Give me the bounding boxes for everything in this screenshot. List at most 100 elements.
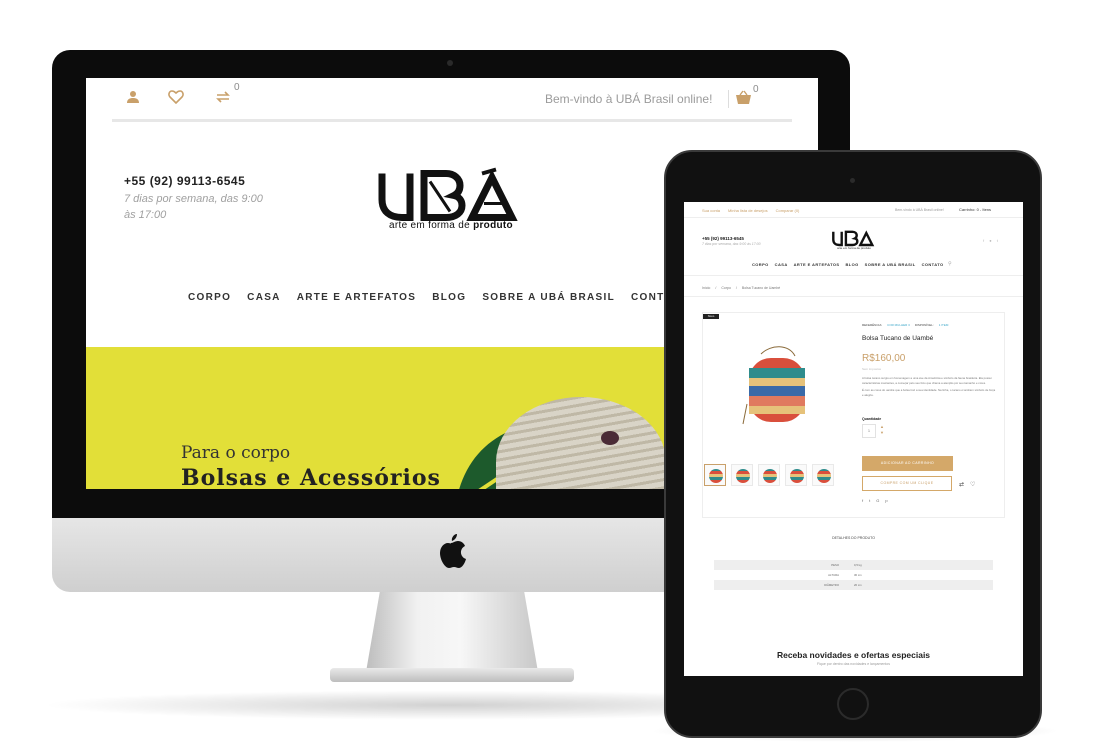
basket-clasp [601,431,619,445]
buy-now-button[interactable]: COMPRE COM UM CLIQUE [862,476,952,491]
imac-camera [447,60,453,66]
tagline-bold: produto [473,220,513,231]
tablet-nav-casa[interactable]: CASA [775,262,788,267]
pinterest-icon[interactable]: p [885,498,887,503]
breadcrumb-sep: / [735,286,737,290]
new-badge: Novo [703,314,719,319]
hero-title: Bolsas e Acessórios [181,465,441,489]
thumbnail[interactable] [731,464,753,486]
reference-value: COR MULHER 3 [887,323,910,327]
quantity-label: Quantidade [862,417,882,421]
tablet-nav-sobre[interactable]: SOBRE A UBÁ BRASIL [865,262,916,267]
cart-icon[interactable] [734,90,752,108]
user-icon[interactable] [124,90,142,108]
facebook-icon[interactable]: f [862,498,863,503]
phone-number[interactable]: +55 (92) 99113-6545 [124,174,245,188]
nav-item-arte-e-artefatos[interactable]: ARTE E ARTEFATOS [297,292,417,303]
description-paragraph: É com as cores do uambé que a bolsa traz… [862,388,996,397]
desktop-topbar: 0 Bem-vindo à UBÁ Brasil online! 0 [112,78,792,122]
breadcrumb-category[interactable]: Corpo [721,286,731,290]
divider [684,275,1023,276]
newsletter-title: Receba novidades e ofertas especiais [776,650,931,660]
ipad-camera [850,178,855,183]
tablet-nav-arte[interactable]: ARTE E ARTEFATOS [794,262,840,267]
product-image[interactable] [741,344,811,432]
thumbnail[interactable] [812,464,834,486]
product-details-heading[interactable]: DETALHES DO PRODUTO [684,536,1023,540]
product-details-table: PESO 0,5 kg ALTURA 30 cm DIÂMETRO 20 cm [714,560,993,590]
quantity-input[interactable]: 1 [862,424,876,438]
share-icons: f t G p [862,498,888,503]
logo-tagline: arte em forma de produto [376,220,526,231]
tablet-main-nav: CORPO CASA ARTE E ARTEFATOS BLOG SOBRE A… [752,262,943,267]
product-title: Bolsa Tucano de Uambé [862,335,934,342]
detail-key: ALTURA [828,573,839,577]
heart-icon[interactable] [167,90,185,108]
description-paragraph: A bolsa tucano surgiu em homenagem a uma… [862,376,992,385]
heart-icon[interactable]: ♡ [970,481,975,488]
tablet-cart-link[interactable]: Carrinho: 0 - Itens [959,207,991,212]
social-icons[interactable]: f ● t [983,238,1000,243]
googleplus-icon[interactable]: G [876,498,879,503]
compare-icon[interactable]: ⇄ [959,481,964,488]
mockup-stage: 0 Bem-vindo à UBÁ Brasil online! 0 +55 (… [0,0,1112,746]
add-to-cart-button[interactable]: ADICIONAR AO CARRINHO [862,456,953,471]
link-wishlist[interactable]: Minha lista de desejos [728,208,768,213]
opening-hours: 7 dias por semana, das 9:00 às 17:00 [124,193,263,221]
imac-stand [366,592,538,672]
product-actions: ⇄ ♡ [959,481,975,488]
imac-stand-base [330,668,574,682]
twitter-icon[interactable]: t [869,498,870,503]
thumbnail[interactable] [704,464,726,486]
search-icon[interactable]: ⚲ [948,261,952,267]
detail-value: 30 cm [854,573,862,577]
divider [684,296,1023,297]
link-account[interactable]: Sua conta [702,208,720,213]
tablet-welcome: Bem-vindo à UBÁ Brasil online! [895,208,944,212]
tablet-top-links: Sua conta Minha lista de desejos Compara… [702,208,799,213]
compare-count: 0 [234,82,240,93]
table-row: DIÂMETRO 20 cm [714,580,993,590]
nav-item-blog[interactable]: BLOG [432,292,466,303]
hero-subtitle: Para o corpo [181,443,291,463]
newsletter-subtitle: Fique por dentro das novidades e lançame… [817,662,890,666]
cart-count: 0 [753,84,759,95]
product-description: A bolsa tucano surgiu em homenagem a uma… [862,376,996,397]
link-compare[interactable]: Comparar (0) [776,208,800,213]
quantity-stepper[interactable]: ▲ ▼ [880,424,884,436]
thumbnail[interactable] [785,464,807,486]
breadcrumb-current: Bolsa Tucano de Uambé [741,286,781,290]
tablet-nav-corpo[interactable]: CORPO [752,262,769,267]
divider [684,217,1023,218]
detail-key: PESO [831,563,839,567]
detail-value: 20 cm [854,583,862,587]
breadcrumb-home[interactable]: Início [702,286,710,290]
welcome-text: Bem-vindo à UBÁ Brasil online! [545,92,713,106]
compare-icon[interactable] [214,90,232,108]
tax-note: Sem impostos [862,367,882,371]
tablet-nav-contato[interactable]: CONTATO [922,262,944,267]
tablet-phone[interactable]: +55 (92) 99113-6545 [702,236,744,241]
reference-label: REFERÊNCIA: [862,323,883,327]
tablet-tagline: arte em forma de produto [837,246,871,250]
ipad-home-button [837,688,869,720]
product-price: R$160,00 [862,353,906,364]
table-row: PESO 0,5 kg [714,560,993,570]
product-thumbnails [704,464,834,486]
tablet-nav-blog[interactable]: BLOG [846,262,859,267]
thumbnail[interactable] [758,464,780,486]
detail-value: 0,5 kg [854,563,862,567]
detail-key: DIÂMETRO [824,583,839,587]
tablet-screen: Sua conta Minha lista de desejos Compara… [684,202,1023,676]
breadcrumb-sep: / [715,286,717,290]
apple-icon [440,534,466,568]
availability-value: 1 ITEM [938,323,949,327]
breadcrumb: Início / Corpo / Bolsa Tucano de Uambé [702,286,780,290]
product-meta: REFERÊNCIA: COR MULHER 3 DISPONÍVEL: 1 I… [862,323,948,327]
nav-item-casa[interactable]: CASA [247,292,281,303]
nav-item-corpo[interactable]: CORPO [188,292,231,303]
tagline-regular: arte em forma de [389,220,470,231]
table-row: ALTURA 30 cm [714,570,993,580]
tablet-hours: 7 dias por semana, das 9:00 às 17:00 [702,242,761,246]
nav-item-sobre[interactable]: SOBRE A UBÁ BRASIL [482,292,615,303]
